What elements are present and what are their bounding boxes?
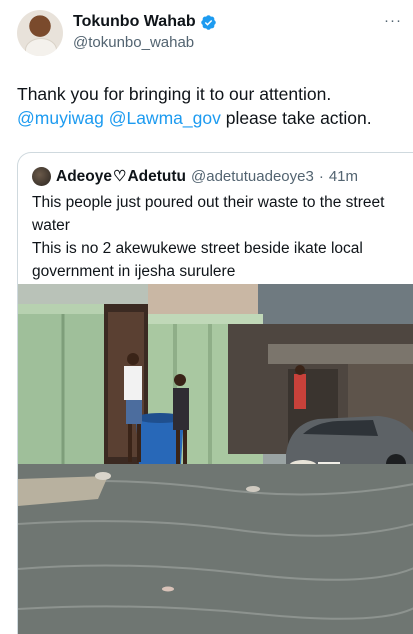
quoted-name-part-2: Adetutu [127, 168, 186, 185]
quoted-author-avatar [32, 167, 51, 186]
verified-badge-icon [200, 14, 216, 30]
ellipsis-icon[interactable]: ··· [384, 12, 402, 29]
quoted-timestamp: 41m [328, 168, 359, 185]
mention-link-muyiwag[interactable]: @muyiwag [17, 108, 104, 128]
quoted-text-line-1: This people just poured out their waste … [32, 194, 385, 234]
quoted-tweet-header: Adeoye♡Adetutu @adetutuadeoye3 · 41m [32, 167, 358, 186]
heart-icon: ♡ [113, 168, 127, 185]
quoted-author-name: Adeoye♡Adetutu [56, 167, 186, 186]
tweet-text-start: Thank you for bringing it to our attenti… [17, 84, 332, 104]
author-handle[interactable]: @tokunbo_wahab [73, 34, 194, 51]
tweet-header: Tokunbo Wahab @tokunbo_wahab ··· [17, 10, 402, 56]
quoted-author-handle: @adetutuadeoye3 [191, 168, 314, 185]
author-display-name[interactable]: Tokunbo Wahab [73, 13, 196, 31]
author-avatar[interactable] [17, 10, 63, 56]
mention-link-lawma[interactable]: @Lawma_gov [109, 108, 221, 128]
quoted-tweet-card[interactable]: Adeoye♡Adetutu @adetutuadeoye3 · 41m Thi… [17, 152, 413, 634]
quoted-text-line-2: This is no 2 akewukewe street beside ika… [32, 240, 363, 280]
author-name-row: Tokunbo Wahab [73, 13, 217, 31]
tweet-text-end: please take action. [220, 108, 372, 128]
quoted-tweet-text: This people just poured out their waste … [32, 191, 402, 283]
quoted-name-part-1: Adeoye [56, 168, 112, 185]
flooded-street-photo[interactable] [18, 284, 413, 634]
tweet-body: Thank you for bringing it to our attenti… [17, 82, 402, 130]
timestamp-separator: · [318, 168, 324, 185]
